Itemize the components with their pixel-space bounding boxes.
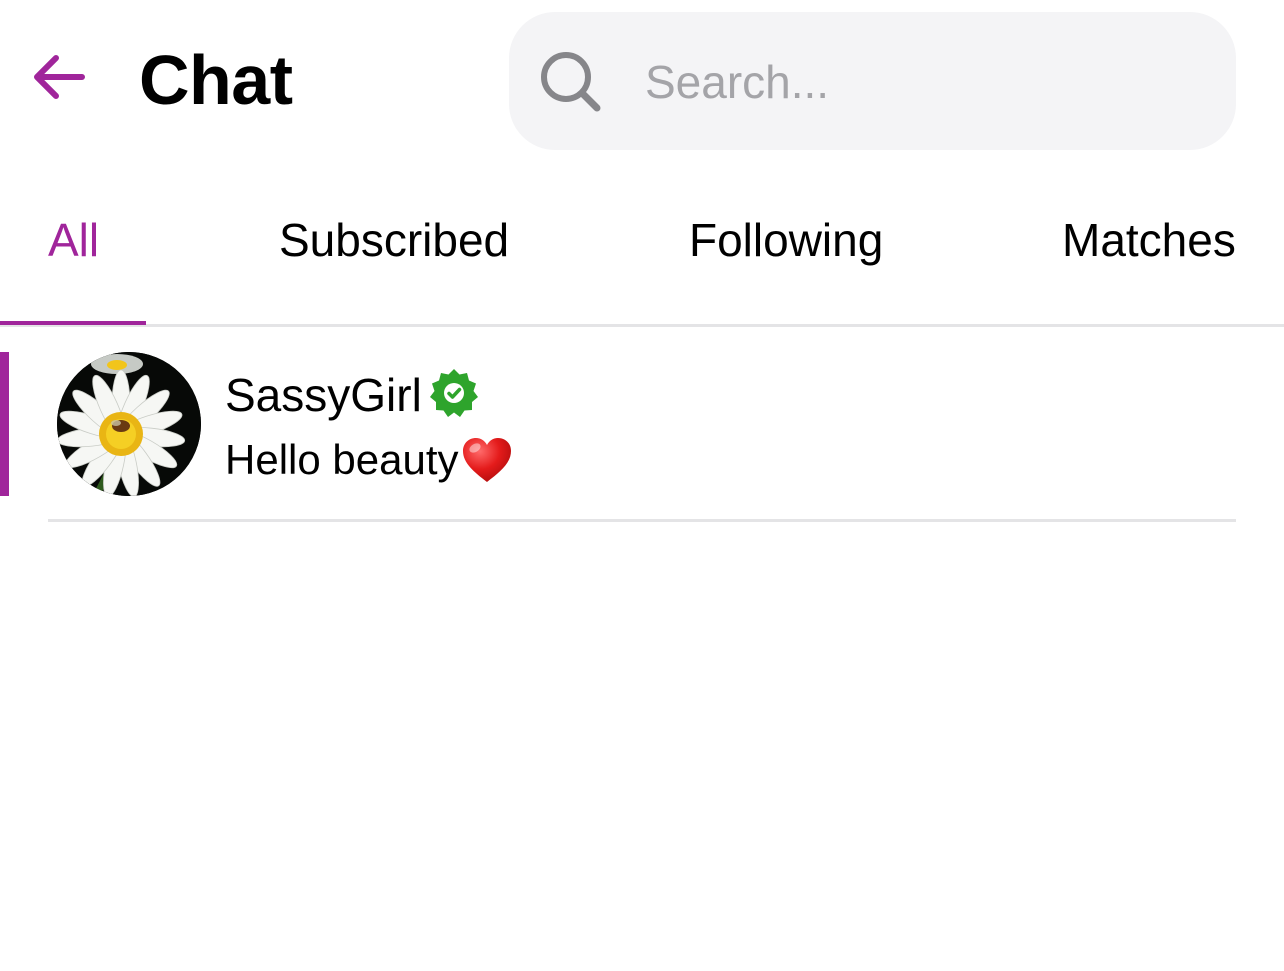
list-divider	[48, 519, 1236, 522]
tab-matches[interactable]: Matches	[1062, 212, 1236, 268]
avatar[interactable]	[57, 352, 201, 496]
search-input[interactable]	[645, 52, 1205, 112]
page-title: Chat	[139, 41, 293, 119]
chat-contact-name: SassyGirl	[225, 369, 422, 421]
unread-indicator	[0, 352, 9, 496]
chat-last-message: Hello beauty	[225, 436, 459, 483]
daisy-flower-photo	[57, 352, 201, 496]
tab-all[interactable]: All	[48, 212, 99, 268]
back-button[interactable]	[26, 45, 90, 109]
tab-bar: All Subscribed Following Matches	[0, 190, 1284, 327]
active-tab-indicator	[0, 321, 146, 325]
search-box[interactable]	[509, 12, 1236, 150]
arrow-left-icon	[34, 55, 85, 99]
tab-following[interactable]: Following	[689, 212, 883, 268]
chat-list-item[interactable]: SassyGirl Hello beauty	[0, 350, 1284, 498]
chat-preview-row: Hello beauty	[225, 432, 514, 488]
search-icon	[541, 52, 601, 112]
red-heart-icon	[463, 438, 512, 482]
tab-subscribed[interactable]: Subscribed	[279, 212, 509, 268]
verified-badge-icon	[430, 369, 478, 417]
